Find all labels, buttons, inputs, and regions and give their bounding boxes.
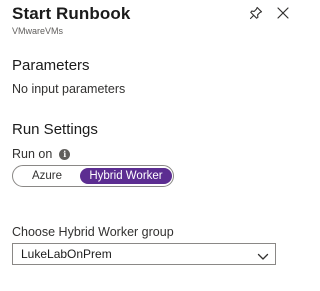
hybrid-worker-group-value: LukeLabOnPrem: [21, 247, 112, 261]
run-on-option-hybrid-worker[interactable]: Hybrid Worker: [80, 168, 172, 184]
hybrid-worker-group-label: Choose Hybrid Worker group: [12, 225, 174, 239]
run-on-label: Run on: [12, 147, 53, 161]
info-icon[interactable]: i: [59, 148, 71, 160]
parameters-heading: Parameters: [12, 57, 90, 74]
run-on-row: Run on i: [12, 146, 71, 162]
close-icon[interactable]: [276, 6, 290, 20]
run-on-option-azure[interactable]: Azure: [15, 168, 79, 184]
panel-title: Start Runbook: [12, 4, 131, 23]
chevron-down-icon: [257, 249, 269, 260]
panel-subtitle: VMwareVMs: [12, 26, 64, 36]
hybrid-worker-group-dropdown[interactable]: LukeLabOnPrem: [12, 243, 276, 265]
pin-icon[interactable]: [249, 6, 263, 20]
run-on-toggle: Azure Hybrid Worker: [12, 165, 174, 187]
start-runbook-panel: Start Runbook VMwareVMs Parameters No in…: [0, 0, 296, 291]
no-parameters-text: No input parameters: [12, 82, 126, 96]
run-settings-heading: Run Settings: [12, 121, 98, 138]
